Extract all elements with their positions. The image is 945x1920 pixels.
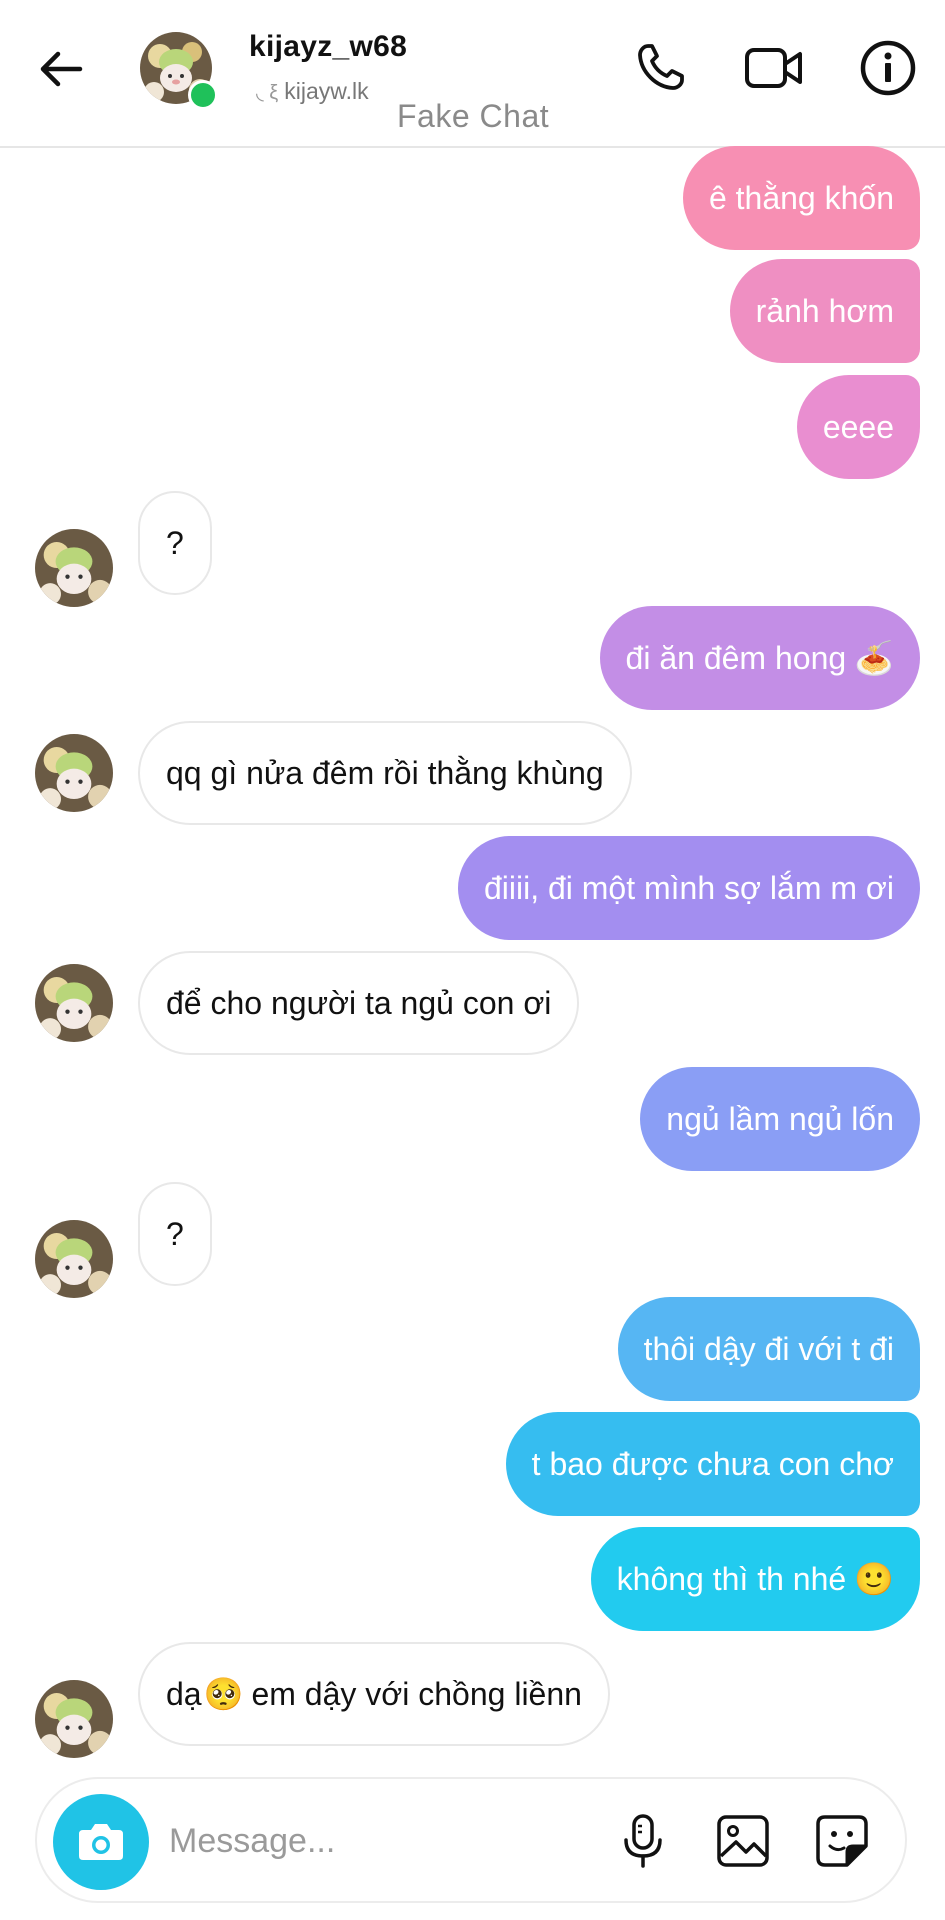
message-text: ngủ lầm ngủ lốn: [666, 1100, 894, 1137]
message-text: đi ăn đêm hong: [625, 639, 847, 676]
video-call-button[interactable]: [744, 38, 804, 98]
message-text: điiii, đi một mình sợ lắm m ơi: [483, 869, 894, 906]
online-status-dot: [188, 80, 218, 110]
avatar[interactable]: [35, 529, 113, 607]
back-button[interactable]: [36, 44, 86, 94]
incoming-message[interactable]: ?: [138, 491, 212, 595]
message-text: eeee: [822, 408, 894, 445]
avatar[interactable]: [35, 734, 113, 812]
message-text: qq gì nửa đêm rồi thằng khùng: [166, 754, 604, 791]
chat-username[interactable]: kijayz_w68: [249, 30, 407, 64]
watermark: Fake Chat: [397, 98, 550, 134]
chat-handle: ◟ ξ kijayw.lk: [256, 78, 369, 105]
phone-icon: [638, 44, 684, 90]
outgoing-message[interactable]: eeee: [796, 375, 920, 479]
image-icon: [717, 1815, 769, 1867]
chat-header: kijayz_w68 ◟ ξ kijayw.lk Fake Chat: [0, 0, 945, 148]
outgoing-message[interactable]: t bao được chưa con chơ: [505, 1412, 920, 1516]
incoming-message[interactable]: để cho người ta ngủ con ơi: [138, 951, 580, 1055]
message-text: ?: [166, 524, 184, 561]
call-button[interactable]: [630, 38, 690, 98]
video-camera-icon: [745, 48, 802, 88]
message-composer: [35, 1777, 907, 1903]
info-icon: [860, 40, 916, 96]
outgoing-message[interactable]: ê thằng khốn: [682, 146, 920, 250]
outgoing-message[interactable]: điiii, đi một mình sợ lắm m ơi: [457, 836, 920, 940]
message-text: không thì th nhé: [616, 1560, 847, 1597]
spaghetti-emoji: 🍝: [854, 640, 894, 676]
camera-button[interactable]: [53, 1794, 149, 1890]
avatar[interactable]: [35, 1680, 113, 1758]
message-text: rảnh hơm: [755, 292, 894, 329]
outgoing-message[interactable]: rảnh hơm: [729, 259, 920, 363]
sticker-icon: [816, 1815, 868, 1867]
handle-text: kijayw.lk: [284, 78, 369, 104]
camera-icon: [79, 1824, 123, 1860]
microphone-icon: [624, 1814, 662, 1868]
smile-emoji: 🙂: [854, 1561, 894, 1597]
message-text: ê thằng khốn: [708, 179, 894, 216]
incoming-message[interactable]: dạ 🥺 em dậy với chồng liềnn: [138, 1642, 610, 1746]
message-text: dạ: [166, 1675, 202, 1712]
handle-prefix: ◟ ξ: [256, 82, 279, 104]
message-input[interactable]: [167, 1809, 501, 1873]
gallery-button[interactable]: [714, 1812, 772, 1870]
outgoing-message[interactable]: không thì th nhé 🙂: [590, 1527, 920, 1631]
info-button[interactable]: [858, 38, 918, 98]
message-text: để cho người ta ngủ con ơi: [166, 984, 552, 1021]
incoming-message[interactable]: ?: [138, 1182, 212, 1286]
message-text: t bao được chưa con chơ: [531, 1445, 894, 1482]
message-list[interactable]: ê thằng khốn rảnh hơm eeee ? đi ăn đêm h…: [0, 146, 945, 1766]
avatar[interactable]: [35, 1220, 113, 1298]
message-text: thôi dậy đi với t đi: [643, 1330, 894, 1367]
arrow-left-icon: [40, 51, 83, 87]
sticker-button[interactable]: [813, 1812, 871, 1870]
outgoing-message[interactable]: đi ăn đêm hong 🍝: [599, 606, 920, 710]
pleading-emoji: 🥺: [203, 1676, 244, 1712]
incoming-message[interactable]: qq gì nửa đêm rồi thằng khùng: [138, 721, 632, 825]
voice-message-button[interactable]: [614, 1812, 672, 1870]
message-text: em dậy với chồng liềnn: [251, 1675, 582, 1712]
avatar[interactable]: [35, 964, 113, 1042]
message-text: ?: [166, 1215, 184, 1252]
outgoing-message[interactable]: ngủ lầm ngủ lốn: [640, 1067, 920, 1171]
outgoing-message[interactable]: thôi dậy đi với t đi: [617, 1297, 920, 1401]
